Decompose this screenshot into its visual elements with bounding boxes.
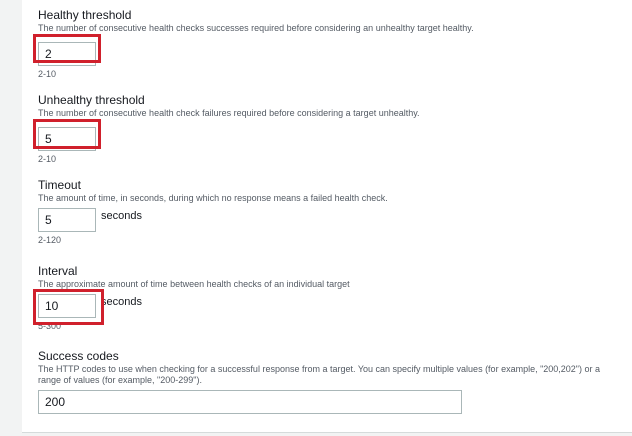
success-codes-label: Success codes (38, 349, 119, 363)
healthy-threshold-field: Healthy threshold The number of consecut… (38, 8, 474, 80)
timeout-unit-label: seconds (101, 210, 142, 222)
interval-range-hint: 5-300 (38, 321, 62, 331)
interval-input[interactable]: 10 (38, 294, 96, 318)
interval-label: Interval (38, 264, 78, 278)
interval-description: The approximate amount of time between h… (38, 279, 350, 289)
healthy-threshold-range-hint: 2-10 (38, 69, 57, 79)
interval-field: Interval The approximate amount of time … (38, 264, 350, 332)
healthy-threshold-description: The number of consecutive health checks … (38, 23, 474, 33)
unhealthy-threshold-description: The number of consecutive health check f… (38, 108, 420, 118)
success-codes-description: The HTTP codes to use when checking for … (38, 364, 601, 385)
interval-unit-label: seconds (101, 296, 142, 308)
timeout-label: Timeout (38, 178, 81, 192)
health-check-settings-panel: Healthy threshold The number of consecut… (22, 0, 632, 433)
unhealthy-threshold-field: Unhealthy threshold The number of consec… (38, 93, 420, 165)
success-codes-input[interactable]: 200 (38, 390, 462, 414)
timeout-description: The amount of time, in seconds, during w… (38, 193, 388, 203)
unhealthy-threshold-range-hint: 2-10 (38, 154, 57, 164)
unhealthy-threshold-input[interactable]: 5 (38, 127, 96, 151)
timeout-input[interactable]: 5 (38, 208, 96, 232)
unhealthy-threshold-label: Unhealthy threshold (38, 93, 145, 107)
healthy-threshold-label: Healthy threshold (38, 8, 132, 22)
timeout-field: Timeout The amount of time, in seconds, … (38, 178, 388, 246)
timeout-range-hint: 2-120 (38, 235, 62, 245)
healthy-threshold-input[interactable]: 2 (38, 42, 96, 66)
success-codes-field: Success codes The HTTP codes to use when… (38, 349, 614, 414)
